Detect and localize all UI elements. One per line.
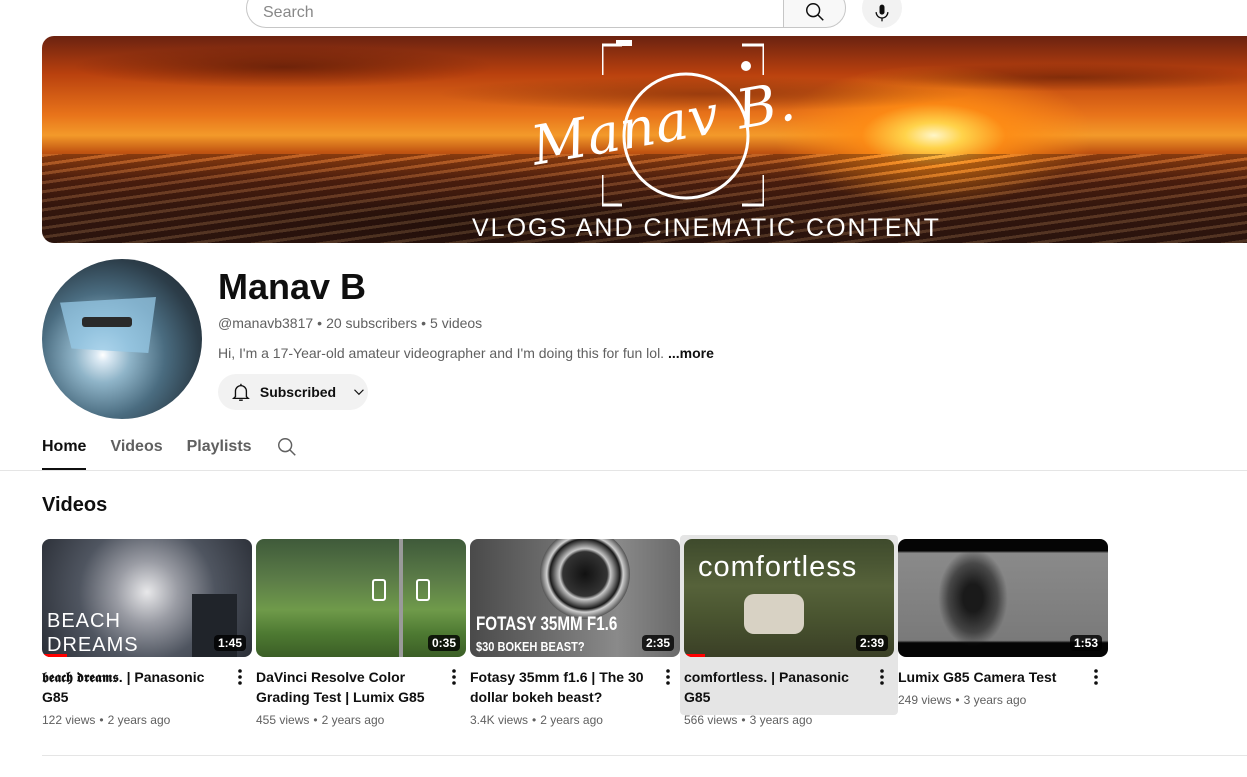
meta-separator: • (313, 713, 318, 727)
tabs-divider (0, 470, 1247, 471)
video-shelf: BEACH DREAMS 1:45 𝖇𝖊𝖆𝖈𝖍 𝖉𝖗𝖊𝖆𝖒𝖘. | Panaso… (42, 535, 1112, 727)
view-count: 122 views (42, 713, 96, 727)
more-vert-icon (1094, 669, 1098, 685)
video-duration: 1:53 (1069, 635, 1102, 651)
upload-age: 2 years ago (540, 713, 603, 727)
video-menu-button[interactable] (232, 667, 248, 687)
video-title[interactable]: Lumix G85 Camera Test (898, 667, 1090, 687)
video-card[interactable]: 0:35 DaVinci Resolve Color Grading Test … (256, 539, 466, 727)
description-text: Hi, I'm a 17-Year-old amateur videograph… (218, 345, 665, 361)
video-duration: 2:35 (641, 635, 674, 651)
video-card[interactable]: BEACH DREAMS 1:45 𝖇𝖊𝖆𝖈𝖍 𝖉𝖗𝖊𝖆𝖒𝖘. | Panaso… (42, 539, 252, 727)
subscribed-label: Subscribed (259, 384, 337, 400)
tab-search-button[interactable] (276, 430, 298, 463)
search-icon (277, 438, 296, 456)
meta-separator: • (317, 315, 323, 331)
upload-age: 2 years ago (107, 713, 171, 727)
cow-shape (744, 594, 804, 634)
avatar-mirror (82, 317, 132, 327)
thumbnail-overlay-text: BEACH DREAMS (47, 609, 139, 657)
video-title[interactable]: Fotasy 35mm f1.6 | The 30 dollar bokeh b… (470, 667, 662, 707)
video-title[interactable]: comfortless. | Panasonic G85 (684, 667, 876, 707)
voice-search-button[interactable] (862, 0, 902, 28)
video-duration: 2:39 (855, 635, 888, 651)
branch-silhouette (938, 549, 1008, 647)
meta-separator: • (421, 315, 427, 331)
overlay-line: BEACH (47, 610, 121, 632)
more-vert-icon (452, 669, 456, 685)
more-vert-icon (666, 669, 670, 685)
view-count: 455 views (256, 713, 310, 727)
video-menu-button[interactable] (874, 667, 890, 687)
view-count: 249 views (898, 693, 952, 707)
video-thumbnail[interactable]: FOTASY 35MM F1.6 $30 BOKEH BEAST? 2:35 (470, 539, 680, 657)
meta-separator: • (741, 713, 746, 727)
video-card[interactable]: comfortless 2:39 comfortless. | Panasoni… (680, 535, 898, 727)
video-menu-button[interactable] (446, 667, 462, 687)
lamp-shade (416, 579, 430, 601)
view-count: 3.4K views (470, 713, 529, 727)
thumbnail-overlay-text: comfortless (698, 551, 858, 583)
search-icon (805, 3, 824, 21)
banner-tagline: VLOGS AND CINEMATIC CONTENT (472, 214, 941, 242)
video-title[interactable]: DaVinci Resolve Color Grading Test | Lum… (256, 667, 448, 707)
video-thumbnail[interactable]: comfortless 2:39 (684, 539, 894, 657)
video-thumbnail[interactable]: 1:53 (898, 539, 1108, 657)
watch-progress (684, 654, 705, 657)
chevron-down-icon (354, 389, 364, 396)
video-duration: 0:35 (427, 635, 460, 651)
tab-playlists[interactable]: Playlists (187, 430, 252, 470)
section-divider (42, 755, 1247, 756)
more-vert-icon (880, 669, 884, 685)
video-duration: 1:45 (213, 635, 246, 651)
meta-separator: • (99, 713, 104, 727)
video-thumbnail[interactable]: 0:35 (256, 539, 466, 657)
channel-tabs: Home Videos Playlists (42, 430, 298, 470)
thumbnail-overlay-subtext: $30 BOKEH BEAST? (476, 639, 585, 654)
watch-progress (42, 654, 68, 657)
video-count: 5 videos (430, 315, 483, 331)
lamp-shade (372, 579, 386, 601)
subscriber-count: 20 subscribers (326, 315, 418, 331)
search-button[interactable] (783, 0, 846, 28)
more-vert-icon (238, 669, 242, 685)
search-bar (246, 0, 846, 28)
meta-separator: • (532, 713, 537, 727)
lens-shape (540, 539, 630, 619)
lamp-post (399, 539, 403, 657)
channel-meta: @manavb3817 • 20 subscribers • 5 videos (218, 315, 482, 331)
more-link[interactable]: ...more (668, 345, 714, 361)
thumbnail-overlay-text: FOTASY 35MM F1.6 (476, 614, 618, 635)
channel-banner: Manav B. VLOGS AND CINEMATIC CONTENT (42, 36, 1247, 243)
upload-age: 2 years ago (321, 713, 385, 727)
section-title: Videos (42, 494, 108, 516)
upload-age: 3 years ago (963, 693, 1027, 707)
video-card[interactable]: 1:53 Lumix G85 Camera Test 249 views • 3 y… (898, 539, 1108, 727)
video-card[interactable]: FOTASY 35MM F1.6 $30 BOKEH BEAST? 2:35 F… (470, 539, 680, 727)
tab-videos[interactable]: Videos (110, 430, 162, 470)
video-menu-button[interactable] (660, 667, 676, 687)
search-input[interactable] (246, 0, 783, 28)
channel-description: Hi, I'm a 17-Year-old amateur videograph… (218, 345, 714, 361)
channel-name: Manav B (218, 266, 367, 307)
microphone-icon (875, 4, 889, 22)
bell-icon (231, 383, 250, 401)
subscribed-button[interactable]: Subscribed (218, 374, 368, 410)
meta-separator: • (955, 693, 960, 707)
tab-home[interactable]: Home (42, 430, 87, 470)
video-title[interactable]: 𝖇𝖊𝖆𝖈𝖍 𝖉𝖗𝖊𝖆𝖒𝖘. | Panasonic G85 (42, 667, 234, 707)
view-count: 566 views (684, 713, 738, 727)
channel-avatar[interactable] (42, 259, 202, 419)
video-thumbnail[interactable]: BEACH DREAMS 1:45 (42, 539, 252, 657)
upload-age: 3 years ago (749, 713, 813, 727)
channel-handle: @manavb3817 (218, 315, 314, 331)
video-menu-button[interactable] (1088, 667, 1104, 687)
